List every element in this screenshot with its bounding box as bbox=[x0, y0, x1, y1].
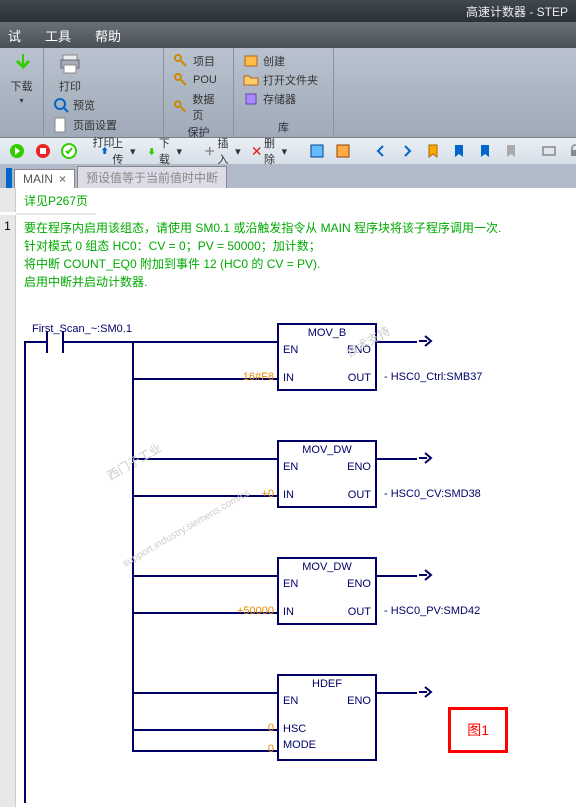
insert-button[interactable]: 插入 ▾ bbox=[201, 134, 244, 168]
dropdown-icon: ▾ bbox=[19, 96, 23, 105]
coil-icon bbox=[417, 450, 433, 466]
printer-icon bbox=[58, 52, 82, 76]
in-value-1: 16#F8 bbox=[219, 371, 274, 383]
open-folder-button[interactable]: 打开文件夹 bbox=[240, 71, 327, 89]
bookmark-toggle-button[interactable] bbox=[422, 142, 444, 160]
coil-icon bbox=[417, 333, 433, 349]
coil-icon bbox=[417, 684, 433, 700]
lock-icon bbox=[567, 143, 576, 159]
network-comment: 要在程序内启用该组态，请使用 SM0.1 或沿触发指令从 MAIN 程序块将该子… bbox=[24, 219, 568, 291]
block-icon bbox=[335, 143, 351, 159]
check-icon bbox=[61, 143, 77, 159]
mov-dw-block-1[interactable]: MOV_DW ENENO INOUT bbox=[277, 440, 377, 508]
menu-bar: 试 工具 帮助 bbox=[0, 22, 576, 48]
create-icon bbox=[243, 53, 259, 69]
key-icon bbox=[173, 53, 189, 69]
delete-icon bbox=[251, 143, 262, 159]
bookmark-next-button[interactable] bbox=[474, 142, 496, 160]
download-button[interactable]: 下载 ▾ bbox=[6, 52, 37, 105]
storage-button[interactable]: 存储器 bbox=[240, 90, 327, 108]
pou-button[interactable]: POU bbox=[170, 71, 227, 89]
lock-button[interactable] bbox=[564, 142, 576, 160]
mov-b-block[interactable]: MOV_B ENENO INOUT bbox=[277, 323, 377, 391]
datapage-button[interactable]: 数据页 bbox=[170, 90, 227, 124]
out-value-2: - HSC0_CV:SMD38 bbox=[384, 488, 481, 500]
ladder-diagram[interactable]: First_Scan_~:SM0.1 MOV_B ENENO INOUT 16#… bbox=[24, 303, 568, 803]
up-arrow-icon bbox=[99, 143, 110, 159]
menu-help[interactable]: 帮助 bbox=[95, 26, 121, 45]
coil-icon bbox=[417, 567, 433, 583]
menu-tools[interactable]: 工具 bbox=[45, 26, 71, 45]
branch-wire bbox=[132, 341, 134, 751]
figure-label: 图1 bbox=[448, 707, 508, 753]
bookmark-clear-button[interactable] bbox=[500, 142, 522, 160]
header-comment: 详见P267页 bbox=[16, 188, 96, 215]
tab-indicator bbox=[6, 168, 12, 188]
nav-fwd-button[interactable] bbox=[396, 142, 418, 160]
bookmark-next-icon bbox=[477, 143, 493, 159]
stop-icon bbox=[35, 143, 51, 159]
in-value-2: +0 bbox=[219, 488, 274, 500]
page-icon bbox=[53, 117, 69, 133]
network-body: 要在程序内启用该组态，请使用 SM0.1 或沿触发指令从 MAIN 程序块将该子… bbox=[16, 215, 576, 807]
monitor-button[interactable] bbox=[538, 142, 560, 160]
tool2-button[interactable] bbox=[332, 142, 354, 160]
monitor-icon bbox=[541, 143, 557, 159]
stop-button[interactable] bbox=[32, 142, 54, 160]
bookmark-prev-icon bbox=[451, 143, 467, 159]
mode-value: 0 bbox=[249, 743, 274, 755]
forward-icon bbox=[399, 143, 415, 159]
network-number: 1 bbox=[0, 215, 16, 807]
in-value-3: +50000 bbox=[219, 605, 274, 617]
download-arrow-icon bbox=[10, 52, 34, 76]
out-value-3: - HSC0_PV:SMD42 bbox=[384, 605, 480, 617]
menu-test[interactable]: 试 bbox=[8, 26, 21, 45]
preview-button[interactable]: 预览 bbox=[50, 96, 120, 114]
tab-main[interactable]: MAIN× bbox=[14, 169, 75, 188]
project-button[interactable]: 项目 bbox=[170, 52, 227, 70]
storage-icon bbox=[243, 91, 259, 107]
out-value-1: - HSC0_Ctrl:SMB37 bbox=[384, 371, 482, 383]
preview-icon bbox=[53, 97, 69, 113]
window-titlebar: 高速计数器 - STEP bbox=[0, 0, 576, 22]
upload-button[interactable]: 上传 ▾ bbox=[96, 134, 139, 168]
editor-area: 详见P267页 1 要在程序内启用该组态，请使用 SM0.1 或沿触发指令从 M… bbox=[0, 188, 576, 791]
insert-icon bbox=[204, 143, 215, 159]
hsc-value: 0 bbox=[249, 722, 274, 734]
gutter bbox=[0, 188, 16, 212]
play-icon bbox=[9, 143, 25, 159]
left-rail bbox=[24, 341, 26, 803]
key-icon bbox=[173, 99, 188, 115]
run-button[interactable] bbox=[6, 142, 28, 160]
print-button[interactable]: 打印 bbox=[50, 52, 90, 94]
download-qat-button[interactable]: 下载 ▾ bbox=[143, 134, 186, 168]
down-arrow-icon bbox=[146, 143, 157, 159]
hdef-block[interactable]: HDEF ENENO HSC MODE bbox=[277, 674, 377, 761]
close-icon[interactable]: × bbox=[59, 172, 66, 186]
folder-icon bbox=[243, 72, 259, 88]
delete-button[interactable]: 删除 ▾ bbox=[248, 134, 291, 168]
validate-button[interactable] bbox=[58, 142, 80, 160]
tool1-button[interactable] bbox=[306, 142, 328, 160]
bookmark-icon bbox=[425, 143, 441, 159]
ribbon-toolbar: 下载 ▾ 打印 预览 页面设置 打印 项目 POU 数据页 保护 创建 bbox=[0, 48, 576, 138]
window-title: 高速计数器 - STEP bbox=[466, 3, 568, 20]
create-button[interactable]: 创建 bbox=[240, 52, 327, 70]
bookmark-prev-button[interactable] bbox=[448, 142, 470, 160]
mov-dw-block-2[interactable]: MOV_DW ENENO INOUT bbox=[277, 557, 377, 625]
page-setup-button[interactable]: 页面设置 bbox=[50, 116, 120, 134]
watermark: 西门子工业 bbox=[104, 439, 164, 484]
block-icon bbox=[309, 143, 325, 159]
tab-interrupt[interactable]: 预设值等于当前值时中断 bbox=[77, 166, 227, 188]
bookmark-clear-icon bbox=[503, 143, 519, 159]
key-icon bbox=[173, 72, 189, 88]
back-icon bbox=[373, 143, 389, 159]
nav-back-button[interactable] bbox=[370, 142, 392, 160]
